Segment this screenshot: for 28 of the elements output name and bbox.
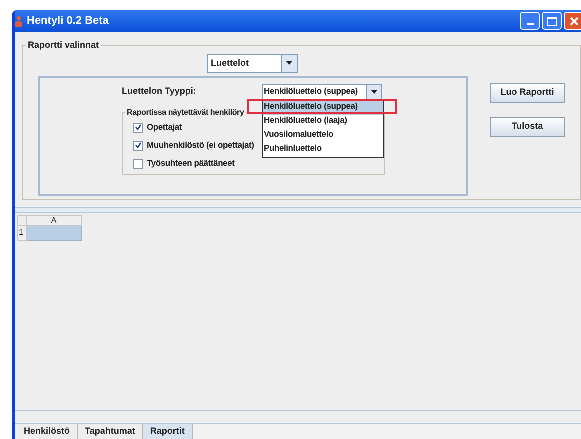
action-button[interactable]: Tulosta: [490, 116, 565, 136]
person-icon: [15, 16, 23, 26]
group-title: Raportissa näytettävät henkilöry: [126, 106, 246, 118]
check-icon: [134, 124, 142, 131]
column-header[interactable]: A: [27, 215, 82, 226]
action-button[interactable]: Luo Raportti: [490, 82, 565, 102]
checkbox-label: Opettajat: [147, 121, 182, 134]
caret-icon: [286, 61, 293, 65]
list-type-dropdown[interactable]: Henkilöluettelo (suppea): [262, 84, 382, 100]
maximize-button[interactable]: [542, 12, 562, 30]
check-icon: [134, 142, 142, 149]
close-icon: [570, 16, 578, 26]
checkbox[interactable]: [133, 158, 143, 168]
checkbox[interactable]: [133, 140, 143, 150]
caret-icon: [370, 90, 378, 94]
group-title: Raportti valinnat: [27, 39, 100, 52]
window-title: Hentyli 0.2 Beta: [27, 14, 109, 29]
close-button[interactable]: [564, 12, 581, 30]
list-type-label: Luettelon Tyyppi:: [122, 85, 198, 98]
minimize-button[interactable]: [520, 12, 540, 30]
report-type-dropdown[interactable]: Luettelot: [207, 54, 298, 72]
tab[interactable]: Tapahtumat: [78, 424, 144, 439]
tab[interactable]: Raportit: [143, 424, 193, 439]
checkbox[interactable]: [133, 122, 143, 132]
checkbox-label: Työsuhteen päättäneet: [147, 157, 235, 170]
checkbox-label: Muuhenkilöstö (ei opettajat): [147, 139, 254, 152]
tab[interactable]: Henkilöstö: [17, 424, 78, 439]
table-cell[interactable]: [27, 226, 82, 241]
